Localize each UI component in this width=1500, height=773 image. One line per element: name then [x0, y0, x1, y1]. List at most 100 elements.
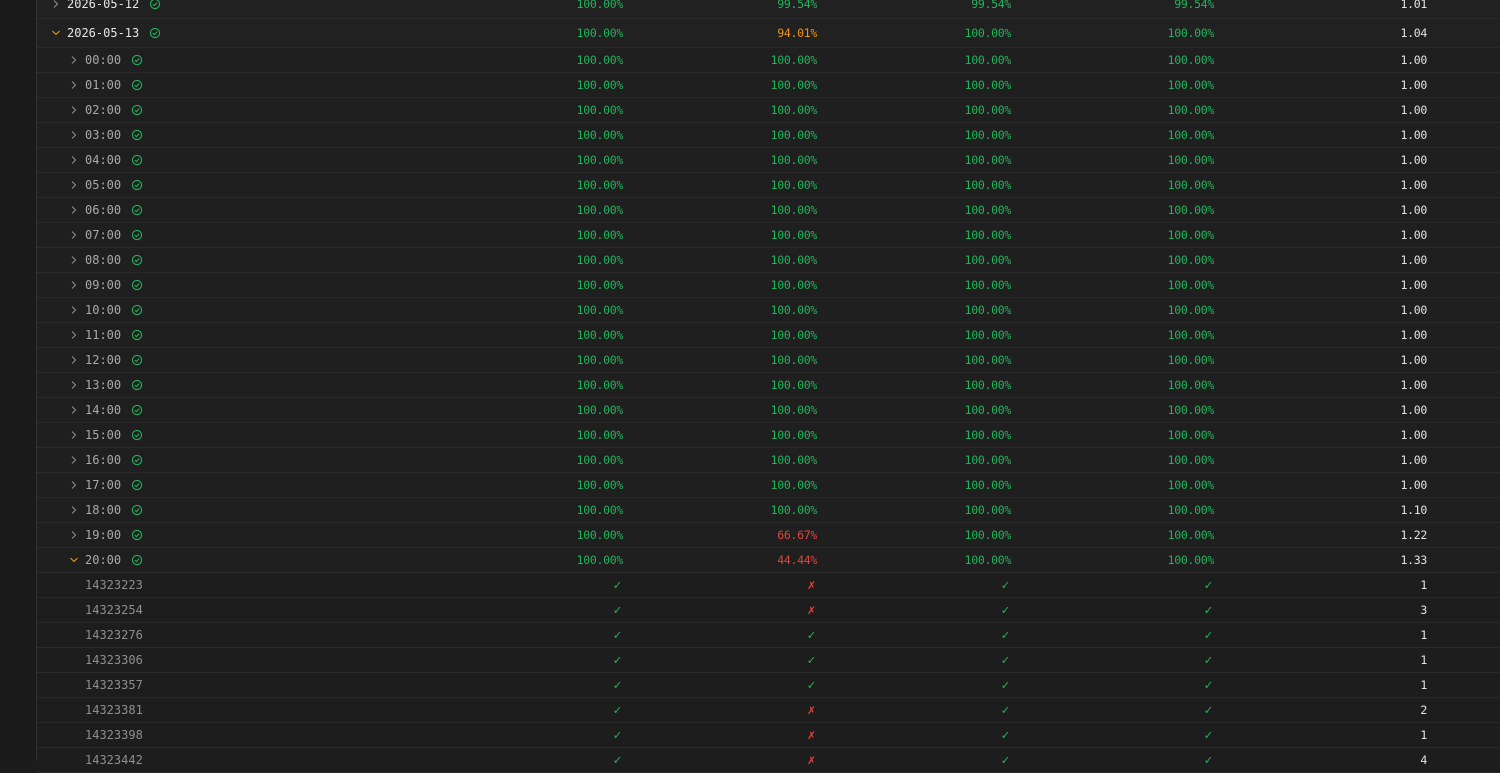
- hour-row[interactable]: 20:00 100.00% 44.44% 100.00% 100.00% 1.33: [37, 548, 1500, 573]
- row-label-text: 14323381: [85, 703, 143, 717]
- chevron-right-icon[interactable]: [67, 103, 81, 117]
- chevron-right-icon[interactable]: [67, 428, 81, 442]
- metric-cell-3: ✓: [1001, 602, 1009, 618]
- metric-cell-3: ✓: [1001, 702, 1009, 718]
- chevron-right-icon[interactable]: [67, 153, 81, 167]
- chevron-right-icon[interactable]: [67, 328, 81, 342]
- chevron-right-icon[interactable]: [67, 78, 81, 92]
- chevron-right-icon[interactable]: [67, 178, 81, 192]
- row-label: 16:00: [67, 448, 143, 472]
- chevron-right-icon[interactable]: [67, 453, 81, 467]
- chevron-right-icon[interactable]: [67, 53, 81, 67]
- metric-cell-3: 100.00%: [964, 203, 1012, 217]
- chevron-right-icon[interactable]: [67, 353, 81, 367]
- chevron-down-icon[interactable]: [49, 26, 63, 40]
- metric-cell-2: 100.00%: [770, 253, 818, 267]
- hour-row[interactable]: 19:00 100.00% 66.67% 100.00% 100.00% 1.22: [37, 523, 1500, 548]
- metric-cell-5: 1: [1420, 728, 1427, 742]
- row-label: 05:00: [67, 173, 143, 197]
- hour-row[interactable]: 03:00 100.00% 100.00% 100.00% 100.00% 1.00: [37, 123, 1500, 148]
- metric-cell-2: 100.00%: [770, 78, 818, 92]
- metric-cell-2: 100.00%: [770, 228, 818, 242]
- chevron-right-icon[interactable]: [67, 228, 81, 242]
- hour-row[interactable]: 07:00 100.00% 100.00% 100.00% 100.00% 1.00: [37, 223, 1500, 248]
- row-label: 11:00: [67, 323, 143, 347]
- chevron-right-icon[interactable]: [67, 528, 81, 542]
- metric-cell-4: 100.00%: [1167, 328, 1215, 342]
- chevron-right-icon[interactable]: [67, 403, 81, 417]
- hour-row[interactable]: 05:00 100.00% 100.00% 100.00% 100.00% 1.00: [37, 173, 1500, 198]
- hour-row[interactable]: 11:00 100.00% 100.00% 100.00% 100.00% 1.00: [37, 323, 1500, 348]
- row-label: 13:00: [67, 373, 143, 397]
- metric-cell-4: ✓: [1204, 702, 1212, 718]
- metric-cell-1: ✓: [613, 627, 621, 643]
- metric-cell-4: 100.00%: [1167, 253, 1215, 267]
- metric-cell-4: 100.00%: [1167, 378, 1215, 392]
- hour-row[interactable]: 16:00 100.00% 100.00% 100.00% 100.00% 1.00: [37, 448, 1500, 473]
- chevron-right-icon[interactable]: [49, 0, 63, 11]
- metric-cell-1: ✓: [613, 652, 621, 668]
- check-circle-icon: [131, 329, 143, 341]
- row-label: 14323223: [85, 573, 143, 597]
- hour-row[interactable]: 00:00 100.00% 100.00% 100.00% 100.00% 1.00: [37, 48, 1500, 73]
- metric-cell-2: 100.00%: [770, 203, 818, 217]
- metric-cell-2: 100.00%: [770, 328, 818, 342]
- hour-row[interactable]: 18:00 100.00% 100.00% 100.00% 100.00% 1.10: [37, 498, 1500, 523]
- hour-row[interactable]: 10:00 100.00% 100.00% 100.00% 100.00% 1.00: [37, 298, 1500, 323]
- day-row[interactable]: 2026-05-12 100.00% 99.54% 99.54% 99.54% 1.01: [37, 0, 1500, 19]
- row-label-text: 11:00: [85, 328, 122, 342]
- metric-cell-4: 100.00%: [1167, 403, 1215, 417]
- metric-cell-2: 100.00%: [770, 153, 818, 167]
- chevron-right-icon[interactable]: [67, 503, 81, 517]
- metric-cell-5: 1: [1420, 628, 1427, 642]
- metric-cell-5: 1.00: [1400, 328, 1428, 342]
- metric-cell-5: 1.00: [1400, 278, 1428, 292]
- row-label: 19:00: [67, 523, 143, 547]
- hour-row[interactable]: 14:00 100.00% 100.00% 100.00% 100.00% 1.00: [37, 398, 1500, 423]
- chevron-right-icon[interactable]: [67, 303, 81, 317]
- hour-row[interactable]: 06:00 100.00% 100.00% 100.00% 100.00% 1.00: [37, 198, 1500, 223]
- chevron-right-icon[interactable]: [67, 203, 81, 217]
- chevron-down-icon[interactable]: [67, 553, 81, 567]
- metric-cell-4: 99.54%: [1174, 0, 1214, 11]
- metric-cell-3: 100.00%: [964, 503, 1012, 517]
- metric-cell-1: 100.00%: [576, 128, 624, 142]
- check-circle-icon: [131, 404, 143, 416]
- check-circle-icon: [131, 304, 143, 316]
- hour-row[interactable]: 04:00 100.00% 100.00% 100.00% 100.00% 1.00: [37, 148, 1500, 173]
- metric-cell-2: 100.00%: [770, 353, 818, 367]
- hour-row[interactable]: 17:00 100.00% 100.00% 100.00% 100.00% 1.00: [37, 473, 1500, 498]
- check-circle-icon: [131, 529, 143, 541]
- metric-cell-5: 1.04: [1400, 26, 1428, 40]
- hour-row[interactable]: 02:00 100.00% 100.00% 100.00% 100.00% 1.00: [37, 98, 1500, 123]
- day-row[interactable]: 2026-05-13 100.00% 94.01% 100.00% 100.00% 1.0…: [37, 19, 1500, 48]
- hour-row[interactable]: 12:00 100.00% 100.00% 100.00% 100.00% 1.00: [37, 348, 1500, 373]
- metric-cell-2: ✗: [807, 602, 815, 618]
- hour-row[interactable]: 15:00 100.00% 100.00% 100.00% 100.00% 1.00: [37, 423, 1500, 448]
- row-label: 06:00: [67, 198, 143, 222]
- chevron-right-icon[interactable]: [67, 478, 81, 492]
- metric-cell-4: ✓: [1204, 577, 1212, 593]
- chevron-right-icon[interactable]: [67, 278, 81, 292]
- hour-row[interactable]: 13:00 100.00% 100.00% 100.00% 100.00% 1.00: [37, 373, 1500, 398]
- metric-cell-5: 1.22: [1400, 528, 1428, 542]
- metric-cell-5: 1.33: [1400, 553, 1428, 567]
- row-label: 04:00: [67, 148, 143, 172]
- row-label: 2026-05-13: [49, 19, 161, 47]
- row-label: 14323381: [85, 698, 143, 722]
- hour-row[interactable]: 08:00 100.00% 100.00% 100.00% 100.00% 1.00: [37, 248, 1500, 273]
- chevron-right-icon[interactable]: [67, 378, 81, 392]
- row-label-text: 09:00: [85, 278, 122, 292]
- metric-cell-5: 1.00: [1400, 153, 1428, 167]
- chevron-right-icon[interactable]: [67, 253, 81, 267]
- metric-cell-3: 100.00%: [964, 528, 1012, 542]
- table-row: 14323381 ✓ ✗ ✓ ✓ 2: [37, 698, 1500, 723]
- chevron-right-icon[interactable]: [67, 128, 81, 142]
- hour-row[interactable]: 01:00 100.00% 100.00% 100.00% 100.00% 1.00: [37, 73, 1500, 98]
- metric-cell-3: 100.00%: [964, 403, 1012, 417]
- metric-cell-5: 1.00: [1400, 303, 1428, 317]
- hour-row[interactable]: 09:00 100.00% 100.00% 100.00% 100.00% 1.00: [37, 273, 1500, 298]
- metric-cell-4: 100.00%: [1167, 528, 1215, 542]
- metric-cell-3: 100.00%: [964, 228, 1012, 242]
- check-circle-icon: [131, 204, 143, 216]
